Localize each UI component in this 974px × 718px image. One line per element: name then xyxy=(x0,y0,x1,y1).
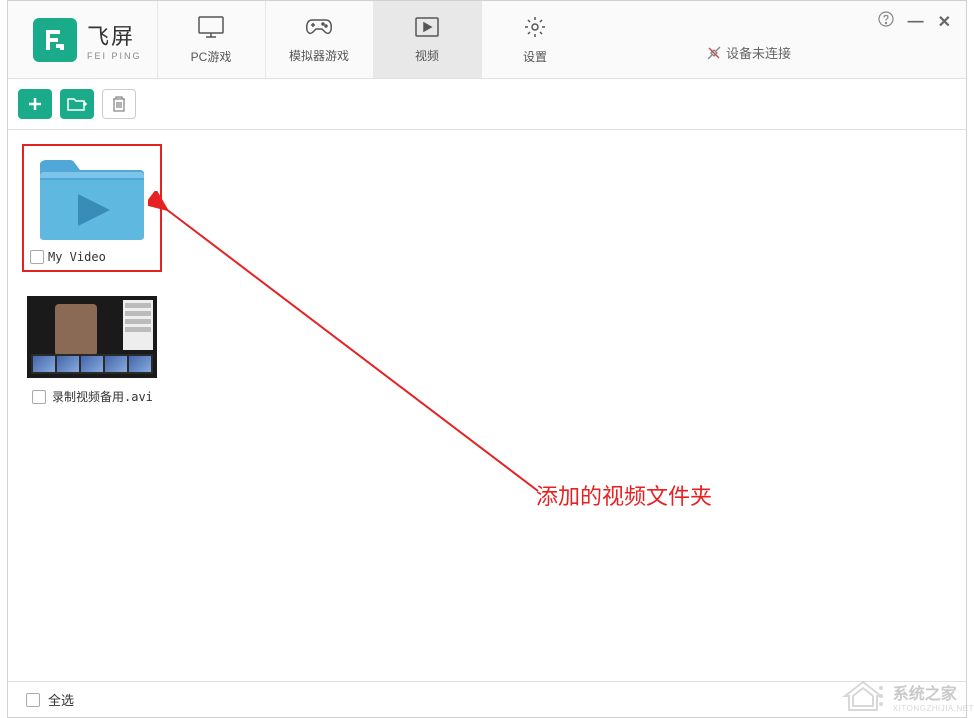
watermark-en: XITONGZHIJIA.NET xyxy=(893,704,974,713)
logo-section: 飞屏 FEI PING xyxy=(8,1,157,78)
tabs: PC游戏 模拟器游戏 xyxy=(157,1,966,78)
folder-plus-icon xyxy=(67,96,87,112)
tab-label: 设置 xyxy=(523,48,547,65)
tab-emulator-games[interactable]: 模拟器游戏 xyxy=(265,1,373,78)
minimize-button[interactable]: — xyxy=(908,13,924,31)
video-folder-icon xyxy=(34,152,150,244)
trash-icon xyxy=(111,95,127,113)
tab-pc-games[interactable]: PC游戏 xyxy=(157,1,265,78)
gamepad-icon xyxy=(304,16,334,43)
add-button[interactable] xyxy=(18,89,52,119)
video-thumbnail xyxy=(27,296,157,378)
tab-video[interactable]: 视频 xyxy=(373,1,481,78)
tab-label: 模拟器游戏 xyxy=(289,47,349,64)
app-logo-icon xyxy=(33,18,77,62)
app-name-cn: 飞屏 xyxy=(87,19,142,51)
disconnected-icon xyxy=(706,45,722,61)
select-all-checkbox[interactable] xyxy=(26,693,40,707)
item-checkbox[interactable] xyxy=(32,390,46,404)
delete-button[interactable] xyxy=(102,89,136,119)
plus-icon xyxy=(26,95,44,113)
header: 飞屏 FEI PING PC游戏 xyxy=(8,1,966,79)
folder-label: My Video xyxy=(48,250,106,264)
gear-icon xyxy=(523,15,547,44)
video-label: 录制视频备用.avi xyxy=(52,388,153,405)
watermark: 系统之家 XITONGZHIJIA.NET xyxy=(841,678,974,714)
footer: 全选 xyxy=(8,681,966,717)
play-box-icon xyxy=(414,16,440,43)
folder-item[interactable]: My Video xyxy=(22,144,162,272)
item-checkbox[interactable] xyxy=(30,250,44,264)
tab-label: PC游戏 xyxy=(191,48,232,65)
watermark-cn: 系统之家 xyxy=(893,680,974,704)
window-controls: — ✕ xyxy=(878,11,951,32)
monitor-icon xyxy=(197,15,225,44)
tab-settings[interactable]: 设置 xyxy=(481,1,589,78)
video-item[interactable]: 录制视频备用.avi xyxy=(22,292,162,409)
app-name-en: FEI PING xyxy=(87,51,142,61)
toolbar xyxy=(8,79,966,130)
close-button[interactable]: ✕ xyxy=(938,12,951,32)
content-area: My Video 录制视频备用.avi xyxy=(8,130,966,423)
device-status: 设备未连接 xyxy=(706,43,791,62)
add-folder-button[interactable] xyxy=(60,89,94,119)
tab-label: 视频 xyxy=(415,47,439,64)
annotation-text: 添加的视频文件夹 xyxy=(536,479,712,511)
select-all-label: 全选 xyxy=(48,690,74,709)
watermark-house-icon xyxy=(841,678,885,714)
help-icon[interactable] xyxy=(878,11,894,32)
